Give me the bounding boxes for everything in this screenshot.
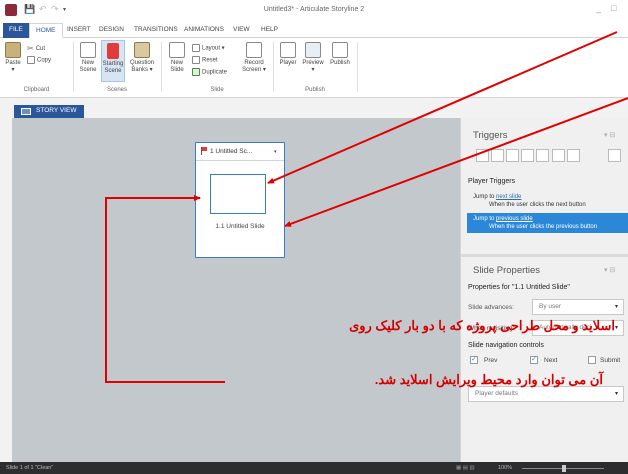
nav-controls-heading: Slide navigation controls <box>468 342 544 349</box>
slide-title: 1.1 Untitled Slide <box>215 223 265 230</box>
tab-story-view[interactable]: STORY VIEW <box>14 105 85 118</box>
trigger-next-slide[interactable]: Jump to next slide When the user clicks … <box>467 191 628 211</box>
group-separator <box>273 42 274 92</box>
chevron-down-icon: ▾ <box>614 304 618 310</box>
slide-properties-title: Slide Properties <box>473 265 541 276</box>
trigger-link[interactable]: next slide <box>496 194 521 200</box>
reset-button[interactable]: Reset <box>192 56 218 64</box>
move-down-icon[interactable] <box>567 149 580 162</box>
next-checkbox-label: Next <box>544 357 558 364</box>
new-scene-button[interactable]: New Scene <box>77 42 99 74</box>
slide-thumbnail[interactable] <box>210 174 266 214</box>
window-title: Untitled3* - Articulate Storyline 2 <box>263 6 365 13</box>
paste-button[interactable]: Paste ▾ <box>4 42 22 74</box>
publish-button[interactable]: Publish <box>327 42 353 67</box>
prev-checkbox[interactable]: ✓ <box>470 356 478 364</box>
question-bank-icon <box>134 42 150 58</box>
trigger-variables-icon[interactable] <box>608 149 621 162</box>
tab-insert[interactable]: INSERT <box>61 23 97 38</box>
scene-header[interactable]: 1 Untitled Sc... ▾ <box>196 143 284 161</box>
trigger-previous-slide[interactable]: Jump to previous slide When the user cli… <box>467 213 628 233</box>
delete-trigger-icon[interactable] <box>536 149 549 162</box>
copy-icon <box>27 56 35 64</box>
preview-button[interactable]: Preview ▾ <box>300 42 326 74</box>
slide-count-status: Slide 1 of 1 "Clean" <box>6 465 54 471</box>
record-screen-icon <box>246 42 262 58</box>
publish-icon <box>332 42 348 58</box>
group-separator <box>357 42 358 92</box>
slide-advances-select[interactable]: By user ▾ <box>532 299 624 315</box>
duplicate-button[interactable]: Duplicate <box>192 68 227 76</box>
group-separator <box>161 42 162 92</box>
next-checkbox[interactable]: ✓ <box>530 356 538 364</box>
copy-trigger-icon[interactable] <box>506 149 519 162</box>
player-button[interactable]: Player <box>277 42 299 67</box>
copy-button[interactable]: Copy <box>27 56 51 64</box>
view-tab-strip: STORY VIEW <box>0 98 628 118</box>
panel-divider[interactable] <box>461 254 628 257</box>
group-label-slide: Slide <box>210 87 224 93</box>
trigger-link[interactable]: previous slide <box>496 216 533 222</box>
annotation-line-1: اسلاید و محل طراحی پروژه که با دو بار کل… <box>349 318 615 333</box>
player-triggers-heading: Player Triggers <box>468 178 516 185</box>
tab-help[interactable]: HELP <box>255 23 284 38</box>
duplicate-icon <box>192 68 200 76</box>
cut-button[interactable]: ✂ Cut <box>27 44 45 53</box>
reset-icon <box>192 56 200 64</box>
tab-design[interactable]: DESIGN <box>93 23 130 38</box>
group-label-publish: Publish <box>305 87 325 93</box>
paste-trigger-icon[interactable] <box>521 149 534 162</box>
scissors-icon: ✂ <box>27 44 34 53</box>
scene-card[interactable]: 1 Untitled Sc... ▾ 1.1 Untitled Slide <box>195 142 285 258</box>
new-slide-button[interactable]: New Slide <box>166 42 188 74</box>
properties-for-heading: Properties for "1.1 Untitled Slide" <box>468 284 570 291</box>
status-bar: Slide 1 of 1 "Clean" ▦ ▤ ▥ 100% <box>0 462 628 474</box>
starting-scene-button[interactable]: Starting Scene <box>101 40 125 82</box>
preview-magnifier-icon <box>305 42 321 58</box>
slide-properties-controls[interactable]: ▾ ⊟ <box>604 266 615 274</box>
annotation-line-2: آن می توان وارد محیط ویرایش اسلاید شد. <box>374 372 603 387</box>
tab-file[interactable]: FILE <box>3 23 29 38</box>
red-flag-icon <box>107 43 119 59</box>
scene-title: 1 Untitled Sc... <box>210 148 253 155</box>
record-screen-button[interactable]: Record Screen ▾ <box>240 42 268 74</box>
zoom-slider-handle[interactable] <box>562 465 566 472</box>
slide-advances-label: Slide advances: <box>468 304 514 311</box>
move-up-icon[interactable] <box>552 149 565 162</box>
triggers-panel-controls[interactable]: ▾ ⊟ <box>604 131 615 139</box>
triggers-panel-title: Triggers <box>473 130 508 141</box>
title-bar: 💾 ↶ ↷ ▾ Untitled3* - Articulate Storylin… <box>0 0 628 20</box>
submit-checkbox[interactable] <box>588 356 596 364</box>
tab-animations[interactable]: ANIMATIONS <box>178 23 230 38</box>
submit-checkbox-label: Submit <box>600 357 621 364</box>
chevron-down-icon: ▾ <box>614 391 618 397</box>
maximize-button[interactable]: □ <box>611 3 616 13</box>
chevron-down-icon: ▾ <box>614 325 618 331</box>
ribbon-home: Paste ▾ ✂ Cut Copy Clipboard New Scene St… <box>0 38 628 98</box>
starting-scene-flag-icon <box>201 147 207 155</box>
ribbon-tabs: FILE HOME INSERT DESIGN TRANSITIONS ANIM… <box>0 20 628 38</box>
scene-menu-caret-icon[interactable]: ▾ <box>274 149 277 155</box>
new-slide-icon <box>169 42 185 58</box>
player-icon <box>280 42 296 58</box>
question-banks-button[interactable]: Question Banks ▾ <box>128 42 156 74</box>
group-label-clipboard: Clipboard <box>23 87 50 93</box>
player-features-select[interactable]: Player defaults ▾ <box>468 386 624 402</box>
layout-icon <box>192 44 200 52</box>
tab-home[interactable]: HOME <box>29 23 63 38</box>
clipboard-icon <box>5 42 21 58</box>
minimize-button[interactable]: _ <box>596 3 601 13</box>
edit-trigger-icon[interactable] <box>491 149 504 162</box>
new-scene-icon <box>80 42 96 58</box>
layout-button[interactable]: Layout ▾ <box>192 44 225 52</box>
view-mode-icons[interactable]: ▦ ▤ ▥ <box>456 465 475 471</box>
prev-checkbox-label: Prev <box>484 357 498 364</box>
group-separator <box>73 42 74 92</box>
zoom-level: 100% <box>498 465 513 471</box>
tab-transitions[interactable]: TRANSITIONS <box>128 23 184 38</box>
group-label-scenes: Scenes <box>106 87 127 93</box>
tab-view[interactable]: VIEW <box>227 23 256 38</box>
new-trigger-icon[interactable] <box>476 149 489 162</box>
story-view-icon <box>21 108 31 115</box>
